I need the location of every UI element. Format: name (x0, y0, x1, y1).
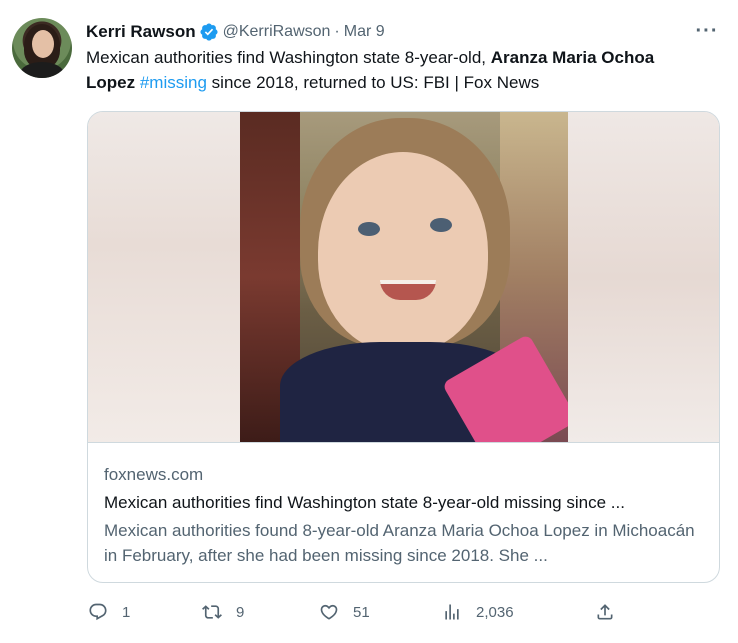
action-bar: 1 9 51 2,036 (86, 598, 626, 626)
like-button[interactable]: 51 (319, 598, 370, 626)
image-blur-right (568, 112, 719, 442)
card-photo (240, 112, 568, 442)
tweet-text-part2: since 2018, returned to US: FBI | Fox Ne… (206, 73, 540, 92)
link-card[interactable]: foxnews.com Mexican authorities find Was… (87, 111, 720, 583)
tweet-date[interactable]: Mar 9 (344, 23, 385, 41)
retweet-count: 9 (236, 603, 245, 621)
photo-face (318, 152, 488, 352)
avatar-shirt (20, 62, 64, 78)
share-icon (597, 604, 613, 620)
tweet-text: Mexican authorities find Washington stat… (86, 45, 706, 95)
hashtag-link[interactable]: #missing (140, 73, 207, 92)
card-title: Mexican authorities find Washington stat… (104, 493, 625, 512)
photo-eye-right (430, 218, 452, 232)
card-image[interactable] (88, 112, 719, 442)
author-name[interactable]: Kerri Rawson (86, 22, 196, 42)
verified-badge-icon[interactable] (199, 22, 219, 42)
photo-eye-left (358, 222, 380, 236)
avatar-face (32, 30, 54, 58)
retweet-button[interactable]: 9 (202, 598, 244, 626)
card-description: Mexican authorities found 8-year-old Ara… (104, 521, 695, 565)
avatar[interactable] (12, 18, 72, 78)
views-icon (445, 604, 459, 620)
reply-icon (89, 603, 107, 621)
card-meta[interactable]: foxnews.com Mexican authorities find Was… (88, 442, 719, 582)
card-domain: foxnews.com (104, 465, 204, 484)
tweet[interactable]: Kerri Rawson @KerriRawson · Mar 9 ··· Me… (0, 0, 738, 643)
header-separator: · (334, 23, 340, 40)
tweet-header: Kerri Rawson @KerriRawson · Mar 9 (86, 21, 385, 43)
tweet-text-part1: Mexican authorities find Washington stat… (86, 48, 491, 67)
like-count: 51 (353, 603, 370, 621)
reply-button[interactable]: 1 (88, 598, 130, 626)
more-icon[interactable]: ··· (690, 18, 724, 44)
heart-icon (320, 604, 338, 620)
share-button[interactable] (595, 598, 629, 626)
reply-count: 1 (122, 603, 131, 621)
views-button[interactable]: 2,036 (442, 598, 514, 626)
image-blur-left (88, 112, 240, 442)
views-count: 2,036 (476, 603, 514, 621)
author-handle[interactable]: @KerriRawson (223, 23, 331, 41)
retweet-icon (202, 605, 222, 619)
